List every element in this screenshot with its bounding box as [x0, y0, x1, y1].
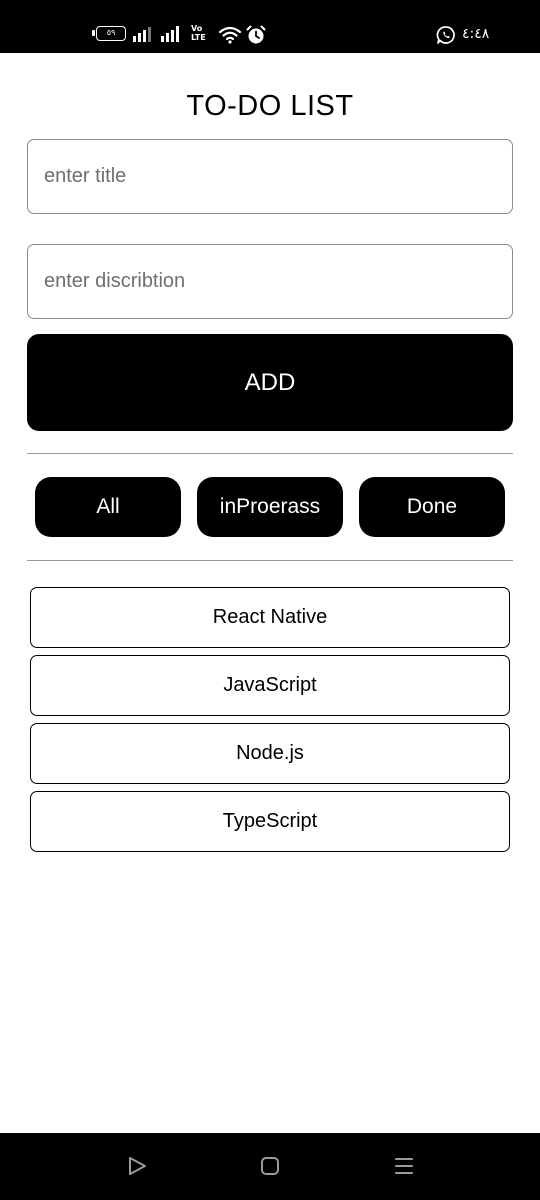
navigation-bar — [0, 1133, 540, 1200]
status-bar: ٥٩ Vo LTE ٤:٤٨ — [0, 0, 540, 53]
divider — [27, 560, 513, 561]
task-item[interactable]: React Native — [30, 587, 510, 648]
task-item[interactable]: JavaScript — [30, 655, 510, 716]
filter-done-button[interactable]: Done — [359, 477, 505, 537]
page-title: TO-DO LIST — [186, 90, 354, 122]
volte-icon: Vo LTE — [191, 24, 206, 42]
task-list: React Native JavaScript Node.js TypeScri… — [30, 587, 510, 859]
filter-in-progress-button[interactable]: inProerass — [197, 477, 343, 537]
task-item[interactable]: Node.js — [30, 723, 510, 784]
back-icon[interactable] — [126, 1155, 148, 1177]
wifi-icon — [218, 26, 242, 44]
divider — [27, 453, 513, 454]
filter-all-button[interactable]: All — [35, 477, 181, 537]
signal-icon — [161, 26, 179, 42]
recents-icon[interactable] — [393, 1155, 415, 1177]
home-icon[interactable] — [259, 1155, 281, 1177]
status-time: ٤:٤٨ — [462, 26, 490, 42]
add-button[interactable]: ADD — [27, 334, 513, 431]
battery-icon: ٥٩ — [92, 26, 126, 41]
title-input[interactable] — [27, 139, 513, 214]
description-input[interactable] — [27, 244, 513, 319]
whatsapp-icon — [436, 26, 455, 44]
task-item[interactable]: TypeScript — [30, 791, 510, 852]
battery-level: ٥٩ — [106, 28, 116, 37]
signal-icon — [133, 27, 151, 42]
alarm-icon — [246, 25, 266, 44]
